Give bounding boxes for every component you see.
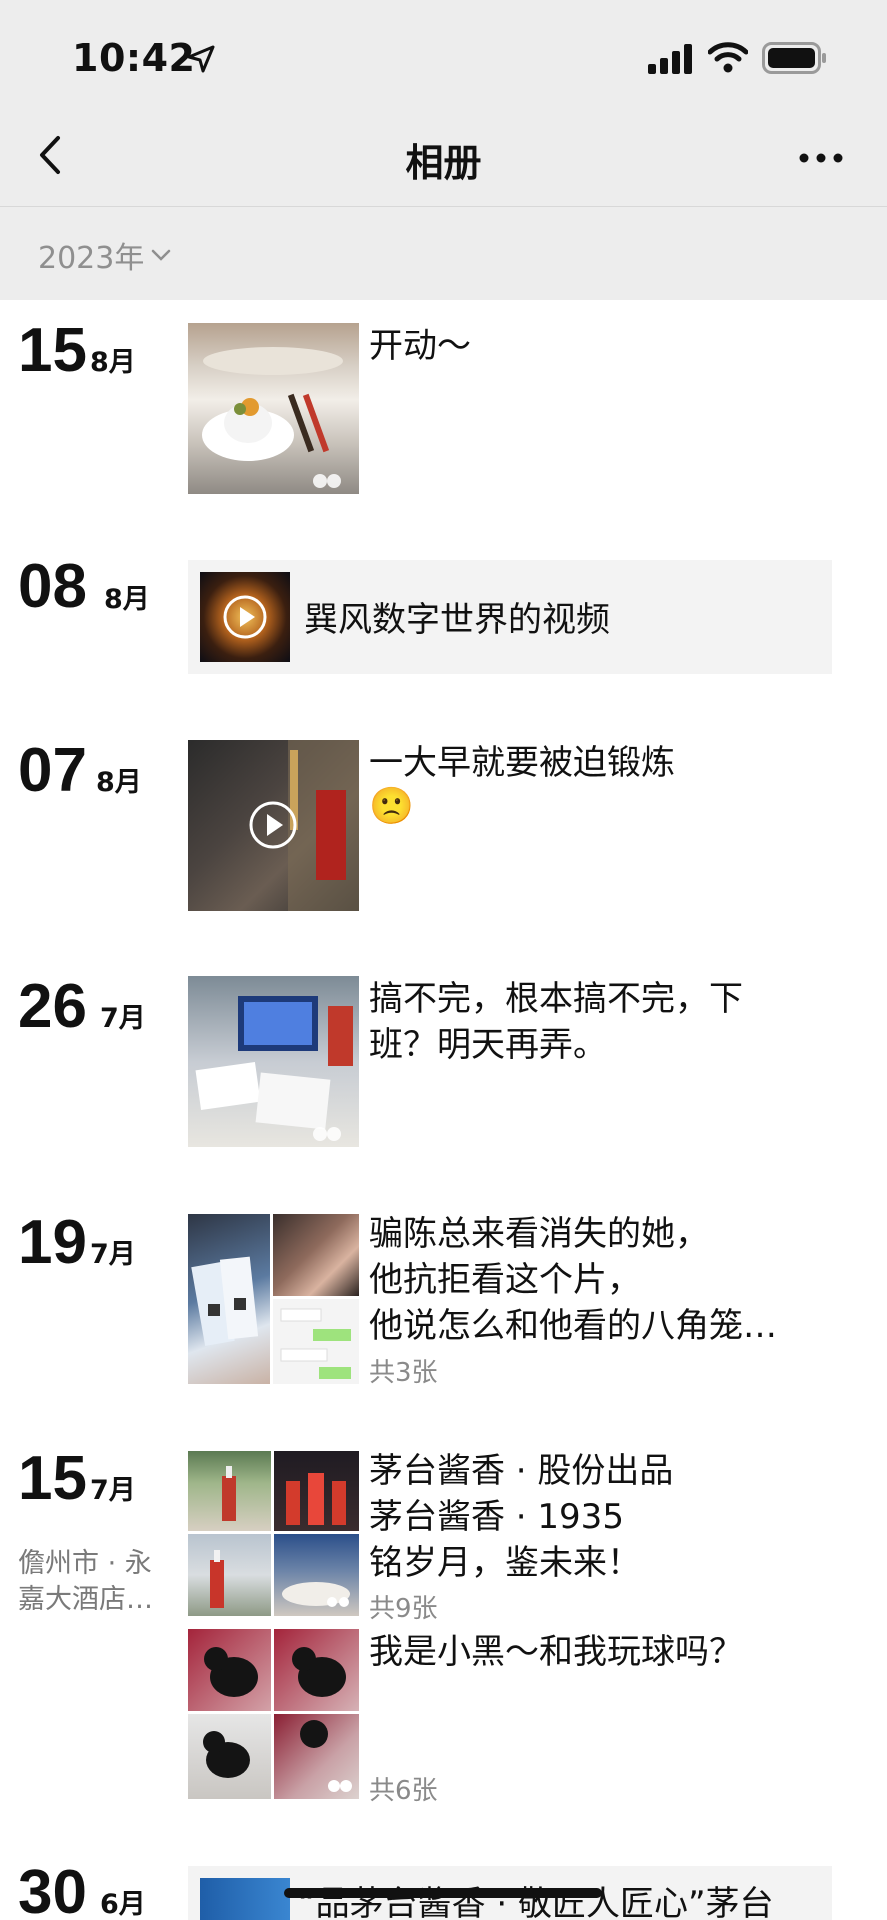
movie-tickets-image	[191, 1256, 259, 1346]
black-poodle-image	[300, 1720, 352, 1792]
entry-caption-line: 搞不完，根本搞不完，下	[369, 979, 743, 1019]
photo-thumbnail	[274, 1629, 359, 1711]
entry-caption: 一大早就要被迫锻炼	[369, 743, 675, 783]
article-title: “品茅台酱香 · 敬匠人匠心”茅台	[298, 1884, 774, 1920]
black-poodle-image	[203, 1731, 250, 1778]
photo-thumbnail[interactable]	[188, 323, 359, 494]
photo-thumbnail	[188, 1714, 271, 1799]
home-indicator	[284, 1888, 602, 1898]
door-scene-image	[249, 740, 359, 911]
entry-month: 8月	[104, 584, 150, 615]
entry-caption-line: 班？明天再弄。	[369, 1025, 607, 1065]
photo-thumbnail[interactable]	[188, 976, 359, 1147]
post-caption-line: 铭岁月，鉴未来！	[369, 1543, 641, 1583]
photo-count: 共6张	[369, 1776, 438, 1806]
entry-caption: 开动～	[369, 326, 471, 366]
entry-day: 15	[18, 1444, 87, 1513]
battery-icon	[762, 42, 826, 74]
entry-month: 7月	[90, 1239, 136, 1270]
entry-caption-line: 他说怎么和他看的八角笼…	[369, 1306, 777, 1346]
dinner-plate-image	[202, 347, 343, 488]
entry-day: 30	[18, 1858, 87, 1920]
liquor-bottle-image	[210, 1550, 224, 1608]
entry-day: 26	[18, 972, 87, 1041]
more-icon[interactable]	[796, 140, 846, 176]
entry-month: 7月	[90, 1475, 136, 1506]
year-filter-label: 2023年	[38, 241, 145, 276]
play-icon	[223, 595, 267, 639]
chat-screenshot-image	[280, 1308, 351, 1379]
entry-month: 8月	[96, 767, 142, 798]
entry-caption-line: 骗陈总来看消失的她，	[369, 1214, 709, 1254]
video-thumbnail[interactable]	[188, 740, 359, 911]
year-filter[interactable]: 2023年	[38, 233, 172, 277]
liquor-bottle-image	[222, 1466, 236, 1521]
post-caption-line: 我是小黑～和我玩球吗？	[369, 1632, 743, 1672]
entry-day: 08	[18, 552, 87, 621]
page-title: 相册	[405, 141, 482, 185]
article-thumbnail	[200, 1878, 290, 1920]
entry-month: 6月	[100, 1889, 146, 1920]
photo-thumbnail	[188, 1629, 271, 1711]
photo-thumbnail[interactable]	[273, 1299, 359, 1384]
nav-divider	[0, 206, 887, 207]
cellular-signal-icon	[648, 44, 692, 74]
photo-thumbnail[interactable]	[273, 1214, 359, 1296]
status-time: 10:42	[72, 36, 196, 80]
photo-count: 共3张	[369, 1358, 438, 1388]
entry-location-line: 嘉大酒店…	[18, 1584, 153, 1615]
entry-day: 19	[18, 1208, 87, 1277]
video-title: 巽风数字世界的视频	[304, 600, 610, 640]
chevron-down-icon	[152, 249, 171, 261]
post-caption-line: 茅台酱香 · 股份出品	[369, 1451, 674, 1491]
entry-month: 7月	[100, 1003, 146, 1034]
photo-thumbnail[interactable]	[188, 1214, 270, 1384]
photo-thumbnail	[188, 1534, 271, 1616]
black-poodle-image	[292, 1647, 346, 1697]
banquet-image	[282, 1582, 350, 1607]
post-caption-line: 茅台酱香 · 1935	[369, 1497, 624, 1537]
black-poodle-image	[204, 1647, 258, 1697]
entry-caption-line: 他抗拒看这个片，	[369, 1260, 641, 1300]
photo-thumbnail	[188, 1451, 271, 1531]
photo-thumbnail	[274, 1534, 359, 1616]
sad-emoji: 🙁	[369, 786, 414, 827]
video-thumbnail	[200, 572, 290, 662]
photo-thumbnail	[274, 1451, 359, 1531]
entry-month: 8月	[90, 347, 136, 378]
photo-count: 共9张	[369, 1594, 438, 1624]
entry-day: 15	[18, 316, 87, 385]
liquor-bottles-image	[286, 1473, 346, 1525]
photo-thumbnail	[274, 1714, 359, 1799]
location-arrow-icon	[187, 45, 215, 73]
video-share-card[interactable]: 巽风数字世界的视频	[188, 560, 832, 674]
entry-day: 07	[18, 736, 87, 805]
office-desk-image	[195, 996, 353, 1141]
wifi-icon	[708, 42, 748, 73]
entry-location-line: 儋州市 · 永	[18, 1548, 152, 1579]
